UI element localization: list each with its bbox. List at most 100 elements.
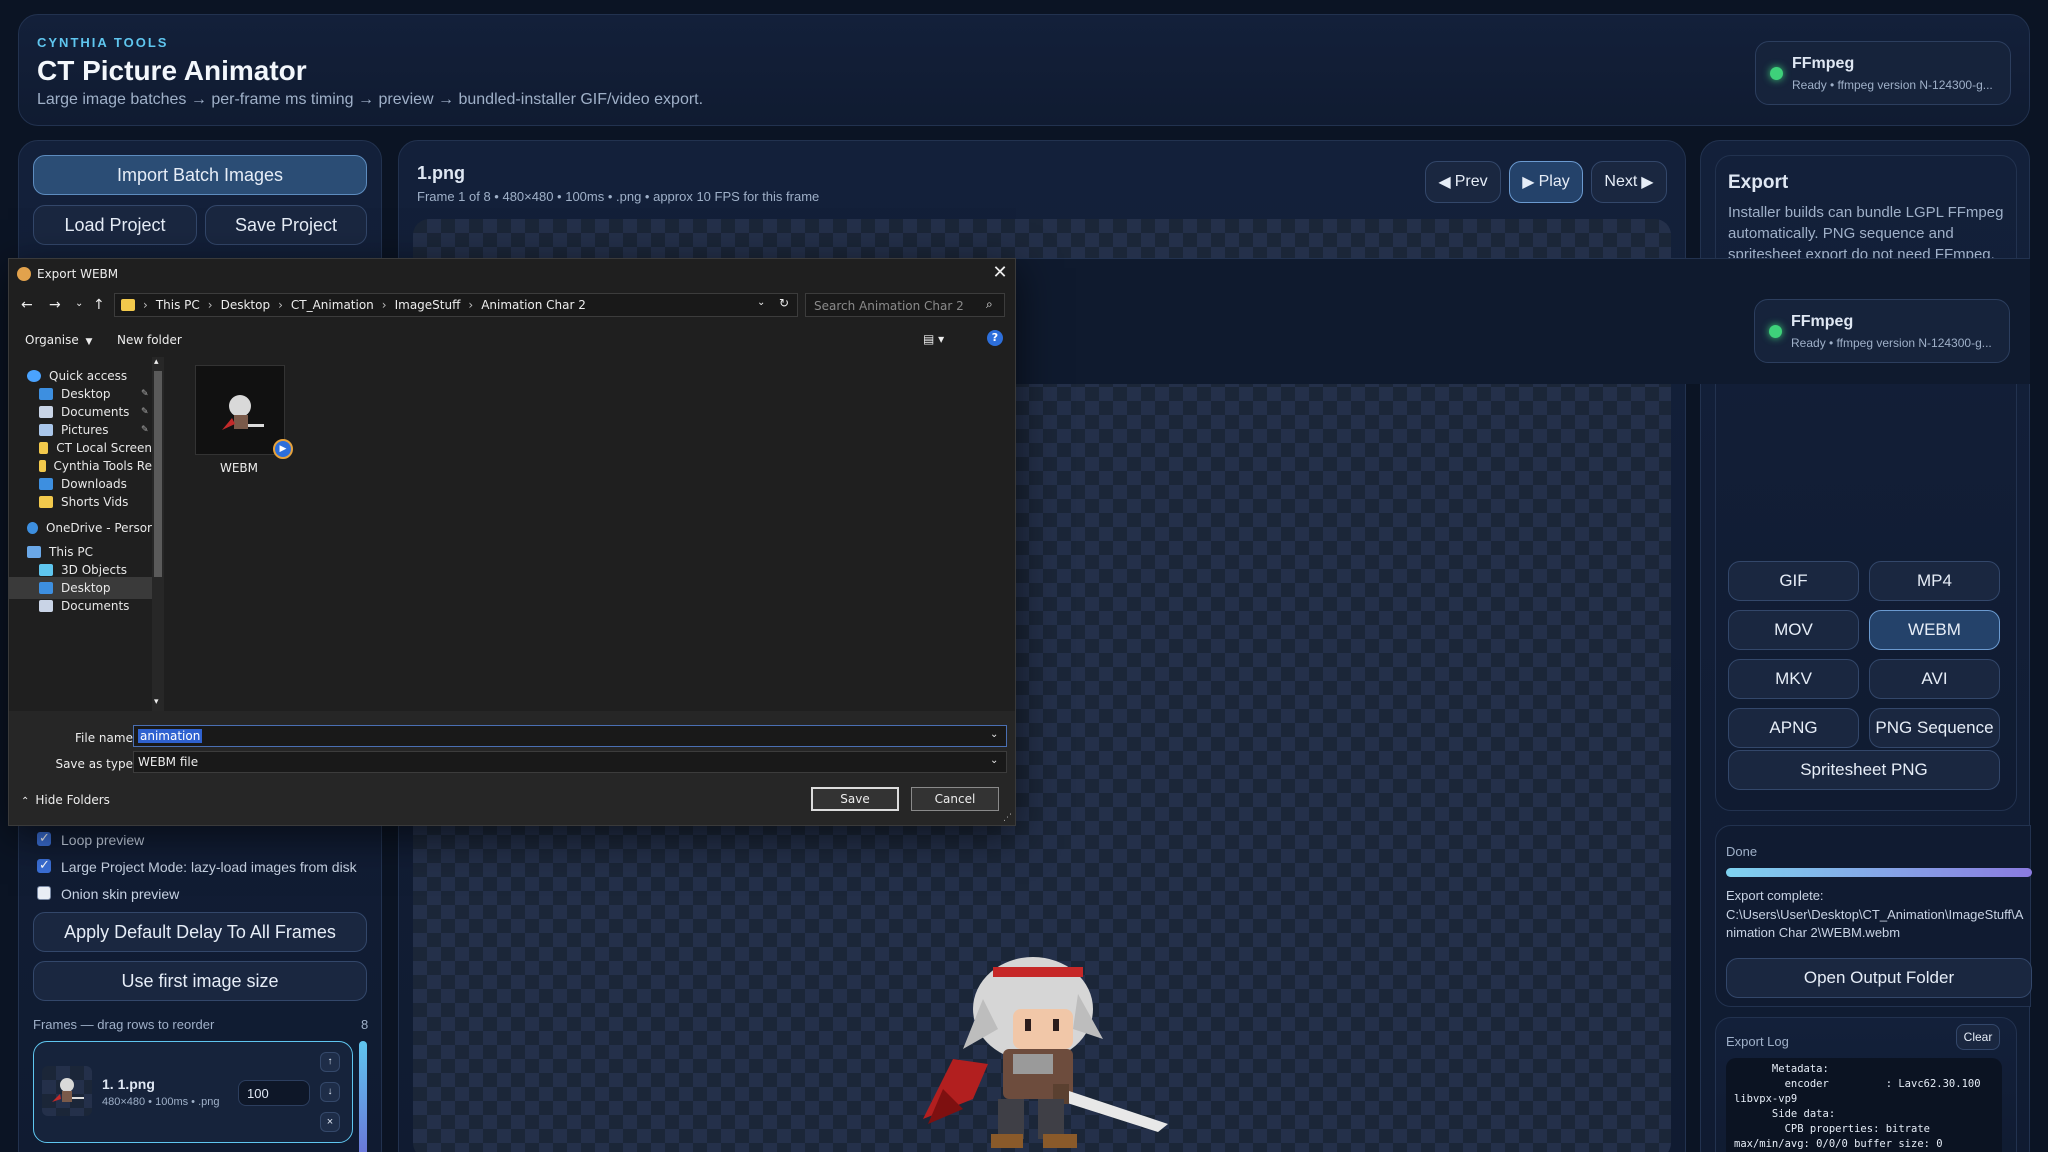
remove-frame-button[interactable]: × xyxy=(320,1112,340,1132)
format-apng-button[interactable]: APNG xyxy=(1728,708,1859,748)
breadcrumb-item[interactable]: Animation Char 2 xyxy=(481,298,586,312)
save-type-dropdown-icon[interactable]: ⌄ xyxy=(990,755,998,766)
tree-item-label: Downloads xyxy=(61,477,127,491)
import-batch-button[interactable]: Import Batch Images xyxy=(33,155,367,195)
large-mode-label: Large Project Mode: lazy-load images fro… xyxy=(61,859,357,875)
format-mp4-button[interactable]: MP4 xyxy=(1869,561,2000,601)
log-line: encoder : Lavc62.30.100 xyxy=(1734,1078,1981,1090)
search-box[interactable]: Search Animation Char 2 ⌕ xyxy=(805,293,1005,317)
dialog-cancel-button[interactable]: Cancel xyxy=(911,787,999,811)
breadcrumb-separator-icon: › xyxy=(468,298,474,312)
breadcrumb-item[interactable]: ImageStuff xyxy=(395,298,461,312)
frame-row[interactable]: 1. 1.png 480×480 • 100ms • .png 100 ↑ ↓ … xyxy=(33,1041,353,1143)
character-thumbnail-icon xyxy=(222,395,264,430)
forward-icon[interactable]: → xyxy=(49,297,61,313)
tree-item[interactable]: Shorts Vids xyxy=(9,491,152,513)
refresh-icon[interactable]: ↻ xyxy=(779,296,789,310)
export-description: Installer builds can bundle LGPL FFmpeg … xyxy=(1728,204,2004,263)
loop-preview-checkbox[interactable] xyxy=(37,830,51,846)
format-mkv-button[interactable]: MKV xyxy=(1728,659,1859,699)
dialog-close-button[interactable]: ✕ xyxy=(989,262,1011,284)
breadcrumb-separator-icon: › xyxy=(207,298,213,312)
organise-menu[interactable]: Organise ▼ xyxy=(25,333,92,347)
tree-scroll-down-icon[interactable]: ▾ xyxy=(154,697,159,707)
document-icon xyxy=(39,406,53,418)
move-up-button[interactable]: ↑ xyxy=(320,1052,340,1072)
frame-thumbnail xyxy=(42,1066,92,1116)
play-button[interactable]: ▶ Play xyxy=(1509,161,1583,203)
hide-folders-toggle[interactable]: ⌃ Hide Folders xyxy=(21,793,110,807)
play-label: Play xyxy=(1538,173,1570,190)
computer-icon xyxy=(27,546,41,558)
prev-button[interactable]: ◀ Prev xyxy=(1425,161,1501,203)
next-button[interactable]: Next ▶ xyxy=(1591,161,1667,203)
format-webm-button[interactable]: WEBM xyxy=(1869,610,2000,650)
save-type-label: Save as type: xyxy=(55,757,137,771)
address-dropdown-icon[interactable]: ⌄ xyxy=(757,297,765,308)
save-project-button[interactable]: Save Project xyxy=(205,205,367,245)
progress-fill xyxy=(1726,868,2032,877)
format-avi-button[interactable]: AVI xyxy=(1869,659,2000,699)
preview-frame-info: Frame 1 of 8 • 480×480 • 100ms • .png • … xyxy=(417,189,820,204)
format-gif-button[interactable]: GIF xyxy=(1728,561,1859,601)
frames-scrollbar[interactable] xyxy=(359,1041,367,1152)
breadcrumb-item[interactable]: CT_Animation xyxy=(291,298,374,312)
apply-default-delay-button[interactable]: Apply Default Delay To All Frames xyxy=(33,912,367,952)
tree-item-label: OneDrive - Persor xyxy=(45,521,152,535)
prev-icon: ◀ xyxy=(1438,174,1451,191)
tree-item-label: Documents xyxy=(61,599,130,613)
tree-scrollbar[interactable]: ▴ ▾ xyxy=(152,357,164,711)
tree-scroll-thumb[interactable] xyxy=(154,371,162,577)
folder-icon xyxy=(39,442,49,454)
document-icon xyxy=(39,600,53,612)
export-options-card: Export Installer builds can bundle LGPL … xyxy=(1715,155,2017,811)
breadcrumb-item[interactable]: Desktop xyxy=(221,298,271,312)
tree-item-label: This PC xyxy=(49,545,93,559)
move-down-button[interactable]: ↓ xyxy=(320,1082,340,1102)
file-item-webm[interactable]: ▶ WEBM xyxy=(189,365,293,475)
app-icon xyxy=(17,267,31,281)
format-png-sequence-button[interactable]: PNG Sequence xyxy=(1869,708,2000,748)
onion-skin-checkbox[interactable] xyxy=(37,886,51,900)
search-input[interactable]: Search Animation Char 2 xyxy=(814,299,964,313)
recent-chevron-icon[interactable]: ⌄ xyxy=(75,298,83,309)
dialog-title: Export WEBM xyxy=(37,267,119,281)
format-mov-button[interactable]: MOV xyxy=(1728,610,1859,650)
open-output-folder-button[interactable]: Open Output Folder xyxy=(1726,958,2032,998)
frame-name: 1. 1.png xyxy=(102,1076,155,1092)
tree-item[interactable]: Documents xyxy=(9,595,152,617)
dialog-save-button[interactable]: Save xyxy=(811,787,899,811)
tree-scroll-up-icon[interactable]: ▴ xyxy=(154,357,159,367)
view-options-icon[interactable]: ▤ ▾ xyxy=(923,332,953,346)
tree-item[interactable]: OneDrive - Persor xyxy=(9,517,152,539)
help-icon[interactable]: ? xyxy=(987,330,1003,346)
breadcrumb-separator-icon: › xyxy=(143,298,148,312)
clear-log-button[interactable]: Clear xyxy=(1956,1024,2000,1050)
next-label: Next xyxy=(1604,173,1638,190)
pictures-icon xyxy=(39,424,53,436)
frame-delay-input[interactable]: 100 xyxy=(238,1080,310,1106)
breadcrumb-item[interactable]: This PC xyxy=(156,298,200,312)
use-first-size-button[interactable]: Use first image size xyxy=(33,961,367,1001)
save-type-select[interactable]: WEBM file ⌄ xyxy=(133,751,1007,773)
large-mode-checkbox[interactable] xyxy=(37,857,51,873)
character-thumbnail-icon xyxy=(52,1078,84,1102)
load-project-button[interactable]: Load Project xyxy=(33,205,197,245)
new-folder-button[interactable]: New folder xyxy=(117,333,182,347)
address-bar[interactable]: › This PC › Desktop › CT_Animation › ImageStuff… xyxy=(114,293,798,317)
back-icon[interactable]: ← xyxy=(21,297,33,313)
ffmpeg-status-pill-2: FFmpeg Ready • ffmpeg version N-124300-g… xyxy=(1754,299,2010,363)
up-icon[interactable]: ↑ xyxy=(93,297,105,313)
resize-grip-icon[interactable]: ⋰ xyxy=(1003,813,1012,823)
tree-item-label: Desktop xyxy=(61,581,111,595)
ffmpeg-title-2: FFmpeg xyxy=(1791,313,1854,330)
spritesheet-png-button[interactable]: Spritesheet PNG xyxy=(1728,750,2000,790)
filename-dropdown-icon[interactable]: ⌄ xyxy=(990,729,998,740)
export-log-card: Export Log Clear Metadata: encoder : Lav… xyxy=(1715,1017,2017,1152)
video-thumbnail xyxy=(195,365,285,455)
ffmpeg-status-redraw: FFmpeg Ready • ffmpeg version N-124300-g… xyxy=(1016,258,2030,384)
filename-input[interactable]: animation ⌄ xyxy=(133,725,1007,747)
hide-folders-label: Hide Folders xyxy=(35,793,110,807)
ffmpeg-title: FFmpeg xyxy=(1792,55,1855,72)
prev-label: Prev xyxy=(1454,173,1488,190)
